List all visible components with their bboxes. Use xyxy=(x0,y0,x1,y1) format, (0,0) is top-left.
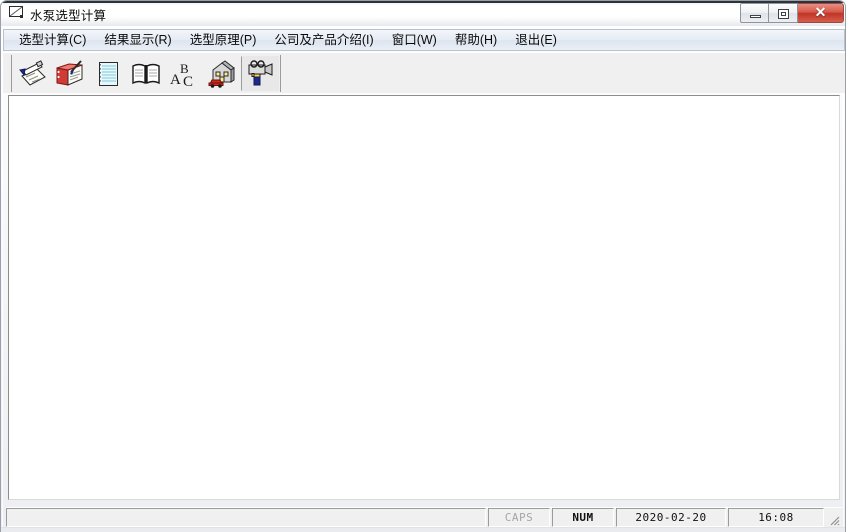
menu-tuichu[interactable]: 退出(E) xyxy=(506,31,566,50)
pencil-notepad-icon xyxy=(17,60,47,88)
window-controls: ✕ xyxy=(740,3,844,23)
client-area[interactable] xyxy=(8,95,840,500)
resize-grip-icon[interactable] xyxy=(826,508,842,528)
minimize-button[interactable] xyxy=(740,3,769,23)
title-bar[interactable]: 水泵选型计算 ✕ xyxy=(1,1,846,26)
toolbar-button-jieguo-xianshi[interactable] xyxy=(51,56,89,91)
menu-gongsi-chanpin-jieshao[interactable]: 公司及产品介绍(I) xyxy=(265,31,382,50)
status-time: 16:08 xyxy=(728,508,824,527)
svg-text:C: C xyxy=(183,74,193,88)
status-bar: CAPS NUM 2020-02-20 16:08 xyxy=(6,507,842,528)
close-icon: ✕ xyxy=(798,4,843,21)
menu-xuanxing-jisuan[interactable]: 选型计算(C) xyxy=(10,31,95,50)
menu-chuangkou[interactable]: 窗口(W) xyxy=(383,31,446,50)
app-screen-icon xyxy=(9,6,25,20)
menu-bar: 选型计算(C) 结果显示(R) 选型原理(P) 公司及产品介绍(I) 窗口(W)… xyxy=(3,29,845,51)
open-book-icon xyxy=(131,60,161,88)
lined-page-icon xyxy=(93,60,123,88)
toolbar-button-group: A B C xyxy=(11,55,281,92)
maximize-button[interactable] xyxy=(769,3,798,23)
status-message xyxy=(6,508,486,527)
red-notebook-pen-icon xyxy=(55,60,85,88)
maximize-icon xyxy=(778,9,789,19)
menu-bangzhu[interactable]: 帮助(H) xyxy=(446,31,506,50)
toolbar-button-yanshi[interactable] xyxy=(241,56,279,91)
status-date: 2020-02-20 xyxy=(616,508,726,527)
toolbar-button-shuoming[interactable]: A B C xyxy=(165,56,203,91)
window-title: 水泵选型计算 xyxy=(30,5,106,24)
status-badge-caps: CAPS xyxy=(488,508,550,527)
minimize-icon xyxy=(750,15,761,18)
toolbar-button-gongsi-chanpin[interactable] xyxy=(203,56,241,91)
toolbar-button-xuanxing-yuanli[interactable] xyxy=(127,56,165,91)
application-window: 水泵选型计算 ✕ 选型计算(C) 结果显示(R) 选型原理(P) 公司及产品介绍… xyxy=(0,0,846,532)
status-badge-num: NUM xyxy=(552,508,614,527)
menu-xuanxing-yuanli[interactable]: 选型原理(P) xyxy=(181,31,266,50)
toolbar: A B C xyxy=(3,52,845,93)
house-car-icon xyxy=(207,60,237,88)
video-camera-icon xyxy=(245,60,275,88)
window-bottom-edge xyxy=(1,527,846,532)
toolbar-button-xuanxing-jisuan[interactable] xyxy=(13,56,51,91)
menu-jieguo-xianshi[interactable]: 结果显示(R) xyxy=(95,31,180,50)
toolbar-button-shujubiao[interactable] xyxy=(89,56,127,91)
close-button[interactable]: ✕ xyxy=(798,3,844,23)
abc-letters-icon: A B C xyxy=(169,60,199,88)
